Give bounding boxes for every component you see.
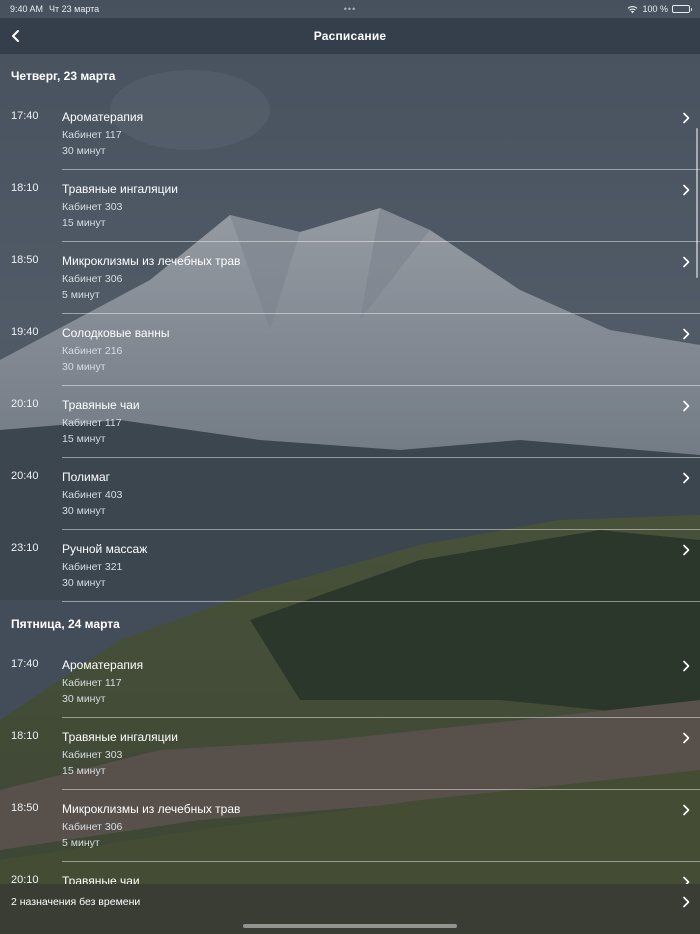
item-name: Травяные чаи xyxy=(62,398,140,412)
item-duration: 30 минут xyxy=(62,693,106,705)
item-name: Ароматерапия xyxy=(62,658,144,672)
divider xyxy=(62,601,700,602)
item-time: 17:40 xyxy=(11,658,39,670)
chevron-right-icon xyxy=(683,328,690,340)
item-room: Кабинет 117 xyxy=(62,129,122,141)
list-item[interactable]: 19:40 Солодковые ванны Кабинет 216 30 ми… xyxy=(0,314,700,386)
wifi-icon xyxy=(628,5,638,13)
chevron-right-icon xyxy=(683,544,690,556)
item-room: Кабинет 306 xyxy=(62,821,123,833)
item-name: Травяные чаи xyxy=(62,874,140,884)
chevron-right-icon xyxy=(683,732,690,744)
item-duration: 30 минут xyxy=(62,145,106,157)
item-time: 17:40 xyxy=(11,110,39,122)
day-header: Пятница, 24 марта xyxy=(11,617,120,631)
status-right: 100 % xyxy=(627,4,692,14)
status-date: Чт 23 марта xyxy=(49,4,100,14)
item-time: 23:10 xyxy=(11,542,39,554)
list-item[interactable]: 23:10 Ручной массаж Кабинет 321 30 минут xyxy=(0,530,700,602)
item-name: Солодковые ванны xyxy=(62,326,170,340)
item-duration: 15 минут xyxy=(62,765,106,777)
item-name: Ручной массаж xyxy=(62,542,148,556)
item-duration: 5 минут xyxy=(62,289,100,301)
item-time: 18:50 xyxy=(11,802,39,814)
day-header: Четверг, 23 марта xyxy=(11,69,116,83)
chevron-right-icon xyxy=(683,896,690,908)
list-item[interactable]: 20:10 Травяные чаи xyxy=(0,862,700,884)
item-name: Полимаг xyxy=(62,470,111,484)
item-room: Кабинет 321 xyxy=(62,561,123,573)
item-room: Кабинет 403 xyxy=(62,489,123,501)
item-time: 20:40 xyxy=(11,470,39,482)
battery-icon xyxy=(672,5,692,13)
item-duration: 30 минут xyxy=(62,505,106,517)
item-time: 18:50 xyxy=(11,254,39,266)
untimed-appointments-label: 2 назначения без времени xyxy=(11,896,141,908)
item-time: 18:10 xyxy=(11,730,39,742)
item-room: Кабинет 117 xyxy=(62,417,122,429)
list-item[interactable]: 20:10 Травяные чаи Кабинет 117 15 минут xyxy=(0,386,700,458)
status-bar: 9:40 AM Чт 23 марта ••• 100 % xyxy=(0,0,700,18)
schedule-list[interactable]: Четверг, 23 марта 17:40 Ароматерапия Каб… xyxy=(0,54,700,884)
list-item[interactable]: 18:10 Травяные ингаляции Кабинет 303 15 … xyxy=(0,718,700,790)
chevron-left-icon[interactable] xyxy=(6,26,26,46)
item-time: 18:10 xyxy=(11,182,39,194)
list-item[interactable]: 17:40 Ароматерапия Кабинет 117 30 минут xyxy=(0,98,700,170)
chevron-right-icon xyxy=(683,804,690,816)
status-time: 9:40 AM xyxy=(10,4,44,14)
chevron-right-icon xyxy=(683,256,690,268)
item-room: Кабинет 306 xyxy=(62,273,123,285)
item-room: Кабинет 117 xyxy=(62,677,122,689)
item-duration: 30 минут xyxy=(62,577,106,589)
item-name: Микроклизмы из лечебных трав xyxy=(62,802,241,816)
item-duration: 5 минут xyxy=(62,837,100,849)
list-item[interactable]: 17:40 Ароматерапия Кабинет 117 30 минут xyxy=(0,646,700,718)
battery-percent: 100 % xyxy=(642,4,668,14)
chevron-right-icon xyxy=(683,184,690,196)
home-indicator[interactable] xyxy=(243,924,457,928)
scrollbar[interactable] xyxy=(696,128,698,278)
list-item[interactable]: 18:50 Микроклизмы из лечебных трав Кабин… xyxy=(0,242,700,314)
item-room: Кабинет 216 xyxy=(62,345,123,357)
item-name: Микроклизмы из лечебных трав xyxy=(62,254,241,268)
multitasking-dots-icon[interactable]: ••• xyxy=(344,4,356,14)
item-duration: 30 минут xyxy=(62,361,106,373)
list-item[interactable]: 18:10 Травяные ингаляции Кабинет 303 15 … xyxy=(0,170,700,242)
item-time: 20:10 xyxy=(11,398,39,410)
chevron-right-icon xyxy=(683,876,690,884)
list-item[interactable]: 18:50 Микроклизмы из лечебных трав Кабин… xyxy=(0,790,700,862)
item-room: Кабинет 303 xyxy=(62,201,123,213)
item-room: Кабинет 303 xyxy=(62,749,123,761)
page-title: Расписание xyxy=(313,29,387,43)
item-name: Травяные ингаляции xyxy=(62,730,178,744)
chevron-right-icon xyxy=(683,472,690,484)
navigation-bar: Расписание xyxy=(0,18,700,54)
item-duration: 15 минут xyxy=(62,433,106,445)
untimed-appointments-row[interactable]: 2 назначения без времени xyxy=(0,884,700,920)
list-item[interactable]: 20:40 Полимаг Кабинет 403 30 минут xyxy=(0,458,700,530)
item-time: 20:10 xyxy=(11,874,39,884)
item-duration: 15 минут xyxy=(62,217,106,229)
item-time: 19:40 xyxy=(11,326,39,338)
chevron-right-icon xyxy=(683,660,690,672)
item-name: Ароматерапия xyxy=(62,110,144,124)
chevron-right-icon xyxy=(683,400,690,412)
chevron-right-icon xyxy=(683,112,690,124)
item-name: Травяные ингаляции xyxy=(62,182,178,196)
